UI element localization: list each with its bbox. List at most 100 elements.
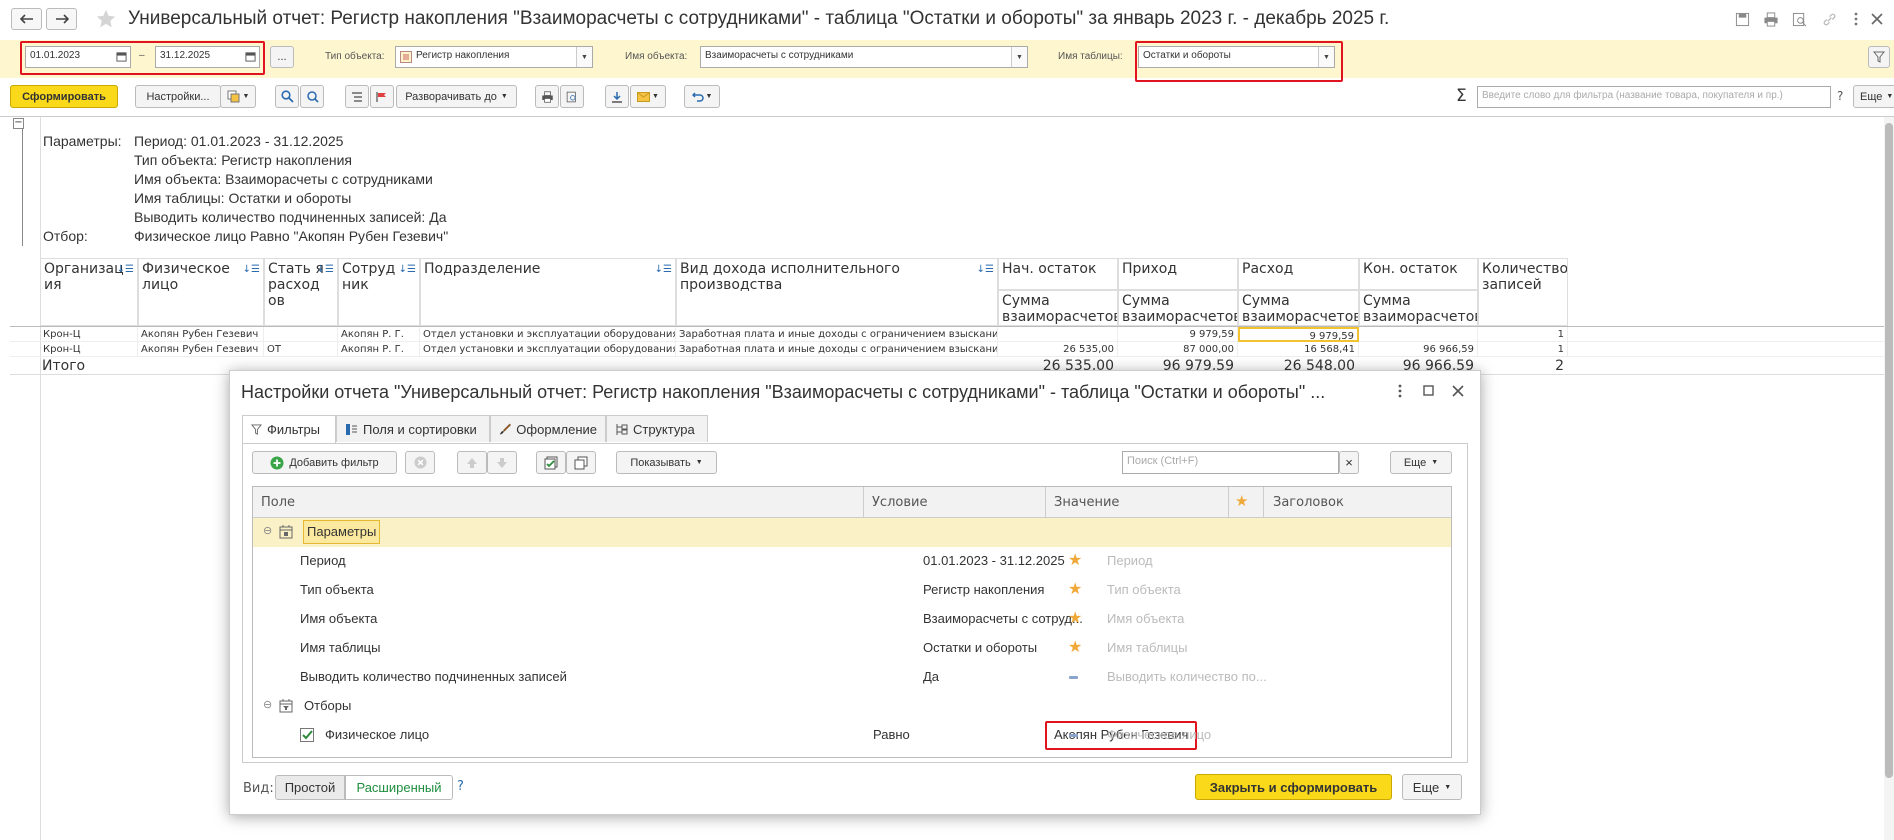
find-button[interactable] <box>275 85 299 108</box>
col-header-employee[interactable]: Сотруд ник ↓☰ <box>338 258 420 326</box>
check-all-button[interactable] <box>536 451 566 474</box>
table-name-select[interactable]: Остатки и обороты ▼ <box>1138 46 1335 68</box>
tab-structure[interactable]: Структура <box>606 415 708 442</box>
param-value[interactable]: Остатки и обороты <box>923 640 1037 655</box>
star-icon[interactable]: ★ <box>1068 608 1082 628</box>
add-filter-button[interactable]: Добавить фильтр <box>252 451 397 474</box>
object-name-select[interactable]: Взаиморасчеты с сотрудниками ▼ <box>700 46 1028 68</box>
variants-button[interactable]: ▼ <box>220 85 256 108</box>
sort-icon[interactable]: ↓☰ <box>317 262 334 278</box>
show-button[interactable]: Показывать ▼ <box>616 451 717 474</box>
col-value[interactable]: Значение <box>1054 495 1119 510</box>
param-value[interactable]: Регистр накопления <box>923 582 1044 597</box>
save-file-button[interactable] <box>605 85 629 108</box>
date-from-field[interactable]: 01.01.2023 <box>25 46 131 68</box>
cell-out-selected[interactable]: 9 979,59 <box>1238 327 1359 342</box>
report-filter-search-input[interactable]: Введите слово для фильтра (название това… <box>1477 86 1831 108</box>
report-scrollbar[interactable] <box>1884 117 1894 840</box>
dialog-bottom-more-button[interactable]: Еще ▼ <box>1402 774 1462 800</box>
forward-button[interactable] <box>46 8 77 30</box>
table-row[interactable]: Крон-Ц Акопян Рубен Гезевич Акопян Р. Г.… <box>10 327 1884 342</box>
favorite-star-icon[interactable] <box>95 8 117 30</box>
filter-funnel-button[interactable] <box>1868 46 1890 68</box>
group-expand-button[interactable] <box>370 85 394 108</box>
col-header-dept[interactable]: Подразделение ↓☰ <box>420 258 676 326</box>
chevron-down-icon[interactable]: ▼ <box>1011 47 1027 67</box>
generate-button[interactable]: Сформировать <box>10 85 118 108</box>
param-header[interactable]: Тип объекта <box>1107 582 1181 597</box>
chevron-down-icon[interactable]: ▼ <box>1318 47 1334 67</box>
param-row[interactable]: Тип объекта Регистр накопления ★ Тип объ… <box>253 576 1451 605</box>
send-mail-button[interactable]: ▼ <box>630 85 666 108</box>
date-to-field[interactable]: 31.12.2025 <box>155 46 260 68</box>
param-value[interactable]: Взаиморасчеты с сотруд... <box>923 611 1083 626</box>
filter-condition[interactable]: Равно <box>873 727 910 742</box>
close-icon[interactable] <box>1452 385 1464 397</box>
kebab-menu-icon[interactable] <box>1398 384 1402 398</box>
star-icon[interactable]: ★ <box>1068 550 1082 570</box>
group-row-params[interactable]: ⊖ Параметры <box>253 518 1451 547</box>
col-field[interactable]: Поле <box>261 495 295 510</box>
col-header-count[interactable]: Количество записей <box>1478 258 1568 326</box>
group-collapse-button[interactable] <box>345 85 369 108</box>
col-header-start[interactable]: Нач. остаток <box>998 258 1118 290</box>
preview-button[interactable] <box>560 85 584 108</box>
table-row[interactable]: Крон-Ц Акопян Рубен Гезевич ОТ Акопян Р.… <box>10 342 1884 357</box>
dialog-search-input[interactable]: Поиск (Ctrl+F) <box>1122 451 1339 474</box>
col-header[interactable]: Заголовок <box>1273 495 1344 510</box>
preview-icon[interactable] <box>1790 10 1808 28</box>
scrollbar-thumb[interactable] <box>1885 123 1893 778</box>
back-button[interactable] <box>11 8 42 30</box>
more-button[interactable]: Еще ▼ <box>1853 85 1894 108</box>
param-header[interactable]: Период <box>1107 553 1153 568</box>
print-button[interactable] <box>535 85 559 108</box>
group-label-filters[interactable]: Отборы <box>304 698 351 713</box>
param-value[interactable]: Да <box>923 669 939 684</box>
link-icon[interactable] <box>1820 10 1838 28</box>
filter-header[interactable]: Физическое лицо <box>1107 727 1211 742</box>
sort-icon[interactable]: ↓☰ <box>243 262 260 278</box>
undo-button[interactable]: ▼ <box>684 85 720 108</box>
param-header[interactable]: Имя объекта <box>1107 611 1184 626</box>
print-icon[interactable] <box>1762 10 1780 28</box>
save-icon[interactable] <box>1733 10 1751 28</box>
view-extended-button[interactable]: Расширенный <box>345 775 453 800</box>
dash-icon[interactable] <box>1069 676 1078 679</box>
object-type-select[interactable]: Регистр накопления ▼ <box>395 46 593 68</box>
close-and-generate-button[interactable]: Закрыть и сформировать <box>1195 774 1392 800</box>
param-row[interactable]: Период 01.01.2023 - 31.12.2025 ★ Период <box>253 547 1451 576</box>
settings-button[interactable]: Настройки... <box>135 85 221 108</box>
search-clear-button[interactable]: × <box>1339 451 1359 474</box>
col-header-end[interactable]: Кон. остаток <box>1359 258 1478 290</box>
period-select-button[interactable]: ... <box>270 46 294 68</box>
dash-icon[interactable] <box>1069 734 1078 737</box>
col-condition[interactable]: Условие <box>872 495 927 510</box>
delete-filter-button[interactable] <box>405 451 435 474</box>
col-header-org[interactable]: Организац ия ↓☰ <box>40 258 138 326</box>
move-down-button[interactable] <box>487 451 517 474</box>
col-header-out[interactable]: Расход <box>1238 258 1359 290</box>
maximize-icon[interactable] <box>1423 385 1434 396</box>
uncheck-all-button[interactable] <box>566 451 596 474</box>
move-up-button[interactable] <box>457 451 487 474</box>
help-link[interactable]: ? <box>457 779 464 794</box>
param-header[interactable]: Имя таблицы <box>1107 640 1187 655</box>
col-header-income[interactable]: Вид дохода исполнительного производства … <box>676 258 998 326</box>
group-label-params[interactable]: Параметры <box>303 520 381 544</box>
help-icon[interactable]: ? <box>1837 89 1843 103</box>
calendar-icon[interactable] <box>116 51 127 62</box>
param-header[interactable]: Выводить количество по... <box>1107 669 1267 684</box>
expand-to-button[interactable]: Разворачивать до ▼ <box>396 85 517 108</box>
tab-appearance[interactable]: Оформление <box>490 415 606 442</box>
sort-icon[interactable]: ↓☰ <box>977 262 994 278</box>
kebab-menu-icon[interactable] <box>1847 10 1865 28</box>
close-icon[interactable] <box>1868 10 1886 28</box>
view-simple-button[interactable]: Простой <box>275 775 345 800</box>
col-header-person[interactable]: Физическое лицо ↓☰ <box>138 258 264 326</box>
filter-checkbox[interactable] <box>300 728 314 742</box>
sigma-icon[interactable]: Σ <box>1456 86 1467 106</box>
calendar-icon[interactable] <box>245 51 256 62</box>
param-value[interactable]: 01.01.2023 - 31.12.2025 <box>923 553 1065 568</box>
sort-icon[interactable]: ↓☰ <box>655 262 672 278</box>
tab-fields-sorting[interactable]: Поля и сортировки <box>336 415 490 442</box>
